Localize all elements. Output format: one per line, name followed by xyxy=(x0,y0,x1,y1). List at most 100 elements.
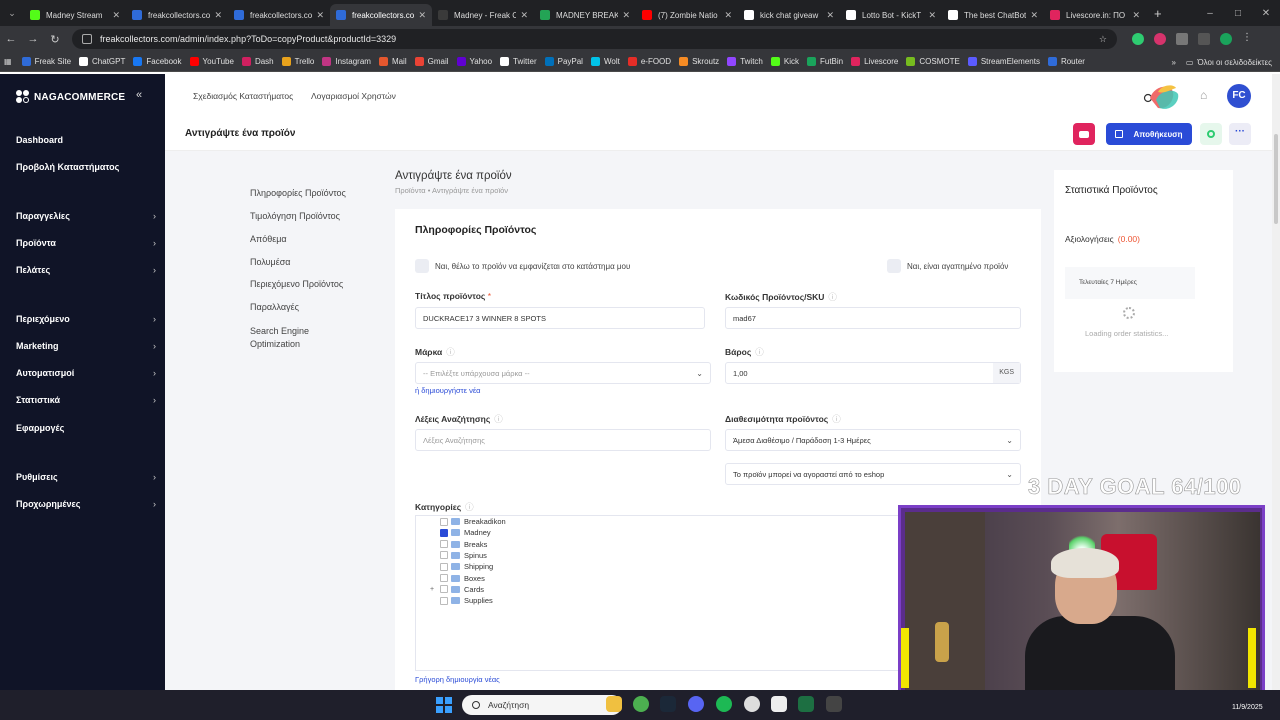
bookmark-item[interactable]: Router xyxy=(1047,57,1085,66)
category-node[interactable]: Supplies xyxy=(430,596,493,605)
category-checkbox[interactable] xyxy=(440,528,448,537)
visible-in-store-checkbox[interactable]: Ναι, θέλω το προϊόν να εμφανίζεται στο κ… xyxy=(415,259,630,273)
spotify-icon[interactable] xyxy=(716,696,732,712)
availability-select[interactable]: Άμεσα Διαθέσιμο / Παράδοση 1-3 Ημέρες ⌄ xyxy=(725,429,1021,451)
create-brand-link[interactable]: ή δημιουργήστε νέα xyxy=(415,386,481,395)
close-tab-icon[interactable]: ✕ xyxy=(112,10,120,21)
browser-tab[interactable]: Madney Stream ✕ xyxy=(24,4,126,26)
page-scrollbar[interactable] xyxy=(1272,74,1280,690)
close-tab-icon[interactable]: ✕ xyxy=(928,10,936,21)
browser-tab[interactable]: Madney - Freak C ✕ xyxy=(432,4,534,26)
bookmark-item[interactable]: Trello xyxy=(281,57,314,66)
section-nav-link[interactable]: Optimization xyxy=(250,339,300,349)
media-icon[interactable] xyxy=(1198,33,1210,45)
back-icon[interactable]: ← xyxy=(0,33,22,45)
browser-tab[interactable]: freakcollectors.co ✕ xyxy=(126,4,228,26)
browser-tab[interactable]: Livescore.in: ΠΟ ✕ xyxy=(1044,4,1146,26)
category-checkbox[interactable] xyxy=(440,562,448,571)
section-nav-link[interactable]: Τιμολόγηση Προϊόντος xyxy=(250,211,340,221)
sidebar-item[interactable]: Στατιστικά › xyxy=(16,395,156,405)
sidebar-item[interactable]: Προβολή Καταστήματος xyxy=(16,162,156,172)
bookmark-item[interactable]: ChatGPT xyxy=(79,57,125,66)
keywords-input[interactable]: Λέξεις Αναζήτησης xyxy=(415,429,711,451)
bookmark-item[interactable]: Mail xyxy=(378,57,407,66)
close-tab-icon[interactable]: ✕ xyxy=(418,10,426,21)
store-design-link[interactable]: Σχεδιασμός Καταστήματος xyxy=(193,91,293,101)
weight-input[interactable]: 1,00 KGS xyxy=(725,362,1021,384)
file-explorer-icon[interactable] xyxy=(606,696,622,712)
sidebar-item[interactable]: Dashboard xyxy=(16,135,156,145)
chrome-icon[interactable] xyxy=(633,696,649,712)
section-nav-link[interactable]: Πολυμέσα xyxy=(250,257,291,267)
category-checkbox[interactable] xyxy=(440,517,448,526)
bookmark-item[interactable]: Yahoo xyxy=(456,57,492,66)
bookmark-item[interactable]: Instagram xyxy=(322,57,371,66)
sidebar-item[interactable]: Προχωρημένες › xyxy=(16,499,156,509)
close-tab-icon[interactable]: ✕ xyxy=(724,10,732,21)
new-tab-button[interactable]: + xyxy=(1146,6,1170,21)
user-accounts-link[interactable]: Λογαριασμοί Χρηστών xyxy=(311,91,396,101)
browser-tab[interactable]: MADNEY BREAKS ✕ xyxy=(534,4,636,26)
close-tab-icon[interactable]: ✕ xyxy=(316,10,324,21)
category-node[interactable]: Breaks xyxy=(430,540,487,549)
bookmark-item[interactable]: COSMOTE xyxy=(906,57,960,66)
sidebar-item[interactable]: Παραγγελίες › xyxy=(16,211,156,221)
app-icon[interactable] xyxy=(771,696,787,712)
favorite-product-checkbox[interactable]: Ναι, είναι αγαπημένο προϊόν xyxy=(887,259,1008,273)
bookmark-item[interactable]: Kick xyxy=(770,57,799,66)
extension-icon[interactable] xyxy=(1154,33,1166,45)
category-checkbox[interactable] xyxy=(440,596,448,605)
bookmark-item[interactable]: YouTube xyxy=(189,57,234,66)
close-tab-icon[interactable]: ✕ xyxy=(622,10,630,21)
bookmark-item[interactable]: PayPal xyxy=(544,57,583,66)
close-tab-icon[interactable]: ✕ xyxy=(826,10,834,21)
browser-tab[interactable]: kick chat giveaw ✕ xyxy=(738,4,840,26)
category-node[interactable]: Madney xyxy=(430,528,491,537)
sidebar-item[interactable]: Εφαρμογές xyxy=(16,423,156,433)
category-checkbox[interactable] xyxy=(440,585,448,594)
sidebar-item[interactable]: Περιεχόμενο › xyxy=(16,314,156,324)
browser-tab[interactable]: The best ChatBot ✕ xyxy=(942,4,1044,26)
bookmark-item[interactable]: FutBin xyxy=(806,57,843,66)
url-field[interactable]: freakcollectors.com/admin/index.php?ToDo… xyxy=(72,29,1117,49)
bookmark-item[interactable]: Twitch xyxy=(727,57,763,66)
section-nav-link[interactable]: Search Engine xyxy=(250,326,309,336)
sidebar-item[interactable]: Marketing › xyxy=(16,341,156,351)
browser-tab[interactable]: (7) Zombie Natio ✕ xyxy=(636,4,738,26)
windows-start-icon[interactable] xyxy=(436,697,452,713)
bookmark-item[interactable]: Skroutz xyxy=(679,57,719,66)
checkbox[interactable] xyxy=(887,259,901,273)
quick-create-category-link[interactable]: Γρήγορη δημιουργία νέας xyxy=(415,675,500,684)
category-checkbox[interactable] xyxy=(440,551,448,560)
expand-icon[interactable]: + xyxy=(430,586,436,593)
reload-icon[interactable]: ↻ xyxy=(44,33,66,46)
checkbox[interactable] xyxy=(415,259,429,273)
period-tab[interactable]: Τελευταίες 7 Ημέρες xyxy=(1065,267,1195,299)
browser-menu-icon[interactable]: ⋮ xyxy=(1242,33,1252,45)
close-window-icon[interactable]: ✕ xyxy=(1252,8,1280,19)
bookmark-item[interactable]: Freak Site xyxy=(21,57,71,66)
more-options-button[interactable]: ··· xyxy=(1229,123,1251,145)
category-node[interactable]: Spinus xyxy=(430,551,487,560)
maximize-icon[interactable]: □ xyxy=(1224,8,1252,19)
bookmark-item[interactable]: Dash xyxy=(241,57,274,66)
taskbar-search[interactable]: Αναζήτηση xyxy=(462,695,622,715)
close-tab-icon[interactable]: ✕ xyxy=(520,10,528,21)
purchase-option-select[interactable]: Το προϊόν μπορεί να αγοραστεί από το esh… xyxy=(725,463,1021,485)
bell-icon[interactable]: ⌂ xyxy=(1200,88,1207,102)
extension-icon[interactable] xyxy=(1132,33,1144,45)
breadcrumb[interactable]: Προϊόντα • Αντιγράψτε ένα προϊόν xyxy=(395,186,508,195)
excel-icon[interactable] xyxy=(798,696,814,712)
site-info-icon[interactable] xyxy=(82,34,92,44)
section-nav-link[interactable]: Παραλλαγές xyxy=(250,302,299,312)
youtube-button[interactable] xyxy=(1073,123,1095,145)
section-nav-link[interactable]: Πληροφορίες Προϊόντος xyxy=(250,188,346,198)
bookmark-item[interactable]: Wolt xyxy=(590,57,620,66)
steam-icon[interactable] xyxy=(660,696,676,712)
close-tab-icon[interactable]: ✕ xyxy=(214,10,222,21)
tab-search-icon[interactable]: ⌄ xyxy=(0,0,24,26)
profile-avatar[interactable] xyxy=(1220,33,1232,45)
notification-logo-icon[interactable] xyxy=(1140,82,1184,114)
bookmark-item[interactable]: Gmail xyxy=(414,57,449,66)
browser-tab[interactable]: Lotto Bot - KickT ✕ xyxy=(840,4,942,26)
